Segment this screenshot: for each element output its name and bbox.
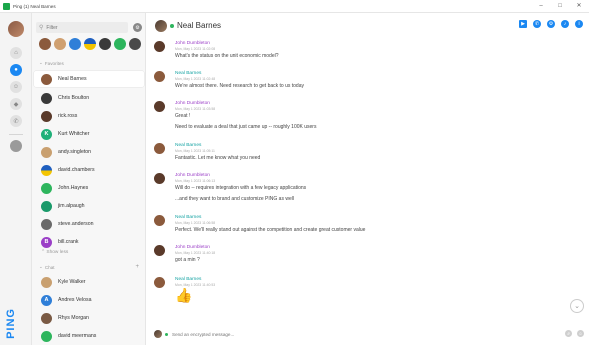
avatar: B bbox=[41, 236, 52, 248]
bookmark-icon[interactable]: ◆ bbox=[10, 98, 22, 110]
contact-item[interactable]: B bill.crank bbox=[34, 234, 144, 250]
chat-icon[interactable]: ● bbox=[10, 64, 22, 76]
avatar bbox=[41, 146, 52, 158]
contact-item[interactable]: John.Haynes bbox=[34, 180, 144, 196]
recent-avatar[interactable] bbox=[129, 38, 141, 50]
phone-icon[interactable]: ✆ bbox=[10, 115, 22, 127]
rail-divider bbox=[9, 134, 23, 135]
contacts-panel: ⚲ ⚙ ⌄ Favorites Neal Barnes Chris Boulto… bbox=[32, 13, 146, 345]
contact-item[interactable]: Rhys Morgan bbox=[34, 310, 144, 326]
app-logo-icon bbox=[3, 2, 10, 10]
chevron-up-icon: ⌃ bbox=[41, 250, 46, 255]
avatar bbox=[41, 312, 52, 324]
chat-header[interactable]: ⌄ Chat + bbox=[39, 264, 139, 270]
recent-avatar[interactable] bbox=[54, 38, 66, 50]
recent-avatar[interactable] bbox=[114, 38, 126, 50]
info-icon[interactable]: i bbox=[575, 20, 583, 28]
avatar bbox=[41, 218, 52, 230]
brand-logo: PING bbox=[5, 308, 17, 339]
avatar bbox=[41, 92, 52, 104]
collapse-chevron-icon: ⌄ bbox=[39, 60, 43, 65]
title-bar: Ping (1) Neal Barnes – □ ✕ bbox=[0, 0, 589, 13]
scroll-to-bottom-button[interactable]: ⌄ bbox=[570, 299, 584, 313]
message-composer: ∂ ☺ bbox=[154, 328, 584, 340]
minimize-button[interactable]: – bbox=[537, 2, 545, 10]
contact-item[interactable]: Neal Barnes bbox=[34, 71, 144, 87]
notification-bell-icon[interactable]: ♪ bbox=[561, 20, 569, 28]
avatar: A bbox=[41, 294, 52, 306]
avatar bbox=[154, 277, 165, 288]
conversation-title: Neal Barnes bbox=[177, 21, 222, 30]
avatar bbox=[41, 73, 52, 85]
show-less-link[interactable]: ⌃ Show less bbox=[41, 250, 68, 255]
contact-item[interactable]: K Kurt Whitcher bbox=[34, 126, 144, 142]
avatar bbox=[41, 182, 52, 194]
chat-pane: Neal Barnes ▶ ✆ ⚙ ♪ i John Dumbleton Mon… bbox=[146, 13, 589, 345]
message-input[interactable] bbox=[172, 331, 562, 337]
add-chat-button[interactable]: + bbox=[135, 264, 139, 270]
attachment-icon[interactable]: ∂ bbox=[565, 330, 572, 337]
home-icon[interactable]: ⌂ bbox=[10, 47, 22, 59]
settings-icon[interactable]: ⚙ bbox=[547, 20, 555, 28]
avatar bbox=[41, 200, 52, 212]
contact-item[interactable]: andy.singleton bbox=[34, 144, 144, 160]
settings-gear-icon[interactable]: ⚙ bbox=[133, 23, 142, 32]
contact-item[interactable]: A Andres Velosa bbox=[34, 292, 144, 308]
filter-box[interactable]: ⚲ bbox=[36, 22, 128, 33]
recent-avatar[interactable] bbox=[99, 38, 111, 50]
avatar: K bbox=[41, 128, 52, 140]
recent-contacts bbox=[39, 38, 141, 50]
filter-input[interactable] bbox=[46, 24, 127, 31]
avatar bbox=[41, 164, 52, 176]
group-icon[interactable]: ☺ bbox=[10, 81, 22, 93]
recent-avatar[interactable] bbox=[39, 38, 51, 50]
favorites-header[interactable]: ⌄ Favorites bbox=[39, 60, 139, 66]
avatar bbox=[154, 245, 165, 256]
close-button[interactable]: ✕ bbox=[575, 2, 583, 10]
app-window: Ping (1) Neal Barnes – □ ✕ ⌂ ● ☺ ◆ ✆ PIN… bbox=[0, 0, 589, 345]
conversation-header: Neal Barnes ▶ ✆ ⚙ ♪ i bbox=[146, 13, 589, 38]
user-icon[interactable] bbox=[10, 140, 22, 152]
contact-item[interactable]: rick.ross bbox=[34, 108, 144, 124]
video-call-icon[interactable]: ▶ bbox=[519, 20, 527, 28]
avatar bbox=[154, 41, 165, 52]
recent-avatar[interactable] bbox=[84, 38, 96, 50]
avatar bbox=[154, 215, 165, 226]
avatar[interactable] bbox=[155, 19, 167, 32]
recent-avatar[interactable] bbox=[69, 38, 81, 50]
avatar bbox=[154, 71, 165, 82]
avatar bbox=[154, 173, 165, 184]
filter-row: ⚲ ⚙ bbox=[36, 22, 142, 33]
search-icon: ⚲ bbox=[39, 25, 44, 31]
phone-call-icon[interactable]: ✆ bbox=[533, 20, 541, 28]
maximize-button[interactable]: □ bbox=[556, 2, 564, 10]
avatar bbox=[41, 276, 52, 288]
contact-item[interactable]: jim.alpaugh bbox=[34, 198, 144, 214]
avatar bbox=[41, 110, 52, 122]
collapse-chevron-icon: ⌄ bbox=[39, 264, 43, 269]
thumbs-up-emoji: 👍 bbox=[175, 287, 193, 303]
avatar bbox=[41, 330, 52, 342]
presence-dot-icon bbox=[165, 332, 168, 336]
emoji-icon[interactable]: ☺ bbox=[577, 330, 584, 337]
contact-item[interactable]: steve.anderson bbox=[34, 216, 144, 232]
window-title: Ping (1) Neal Barnes bbox=[13, 3, 56, 9]
contact-item[interactable]: david.chambers bbox=[34, 162, 144, 178]
nav-rail: ⌂ ● ☺ ◆ ✆ PING bbox=[0, 13, 32, 345]
my-avatar[interactable] bbox=[8, 21, 24, 37]
avatar bbox=[154, 101, 165, 112]
contact-item[interactable]: Kyle Walker bbox=[34, 274, 144, 290]
avatar bbox=[154, 143, 165, 154]
presence-dot-icon bbox=[170, 23, 174, 28]
contact-item[interactable]: david meermans bbox=[34, 328, 144, 344]
contact-item[interactable]: Chris Boulton bbox=[34, 90, 144, 106]
avatar bbox=[154, 330, 162, 338]
